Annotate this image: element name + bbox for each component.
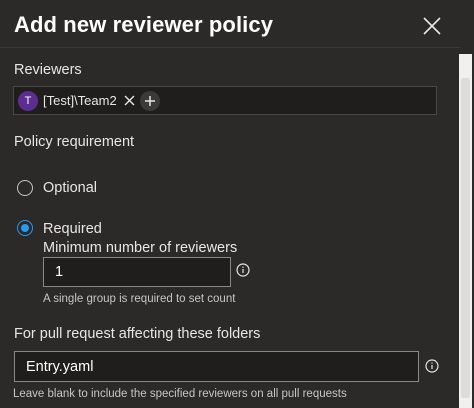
reviewer-chip: T [Test]\Team2 — [18, 90, 137, 111]
close-icon — [423, 17, 441, 35]
reviewer-policy-panel: Add new reviewer policy Reviewers T [Tes… — [0, 0, 474, 408]
radio-required-label[interactable]: Required — [43, 221, 102, 237]
info-icon[interactable] — [236, 263, 250, 277]
scrollbar-thumb[interactable] — [461, 78, 470, 398]
header-divider — [0, 47, 460, 48]
info-icon[interactable] — [425, 359, 439, 373]
close-button[interactable] — [420, 14, 444, 38]
folders-label: For pull request affecting these folders — [14, 326, 261, 342]
reviewer-name: [Test]\Team2 — [43, 93, 117, 108]
radio-optional[interactable] — [17, 180, 33, 196]
plus-icon — [145, 96, 155, 106]
scrollbar[interactable] — [459, 54, 472, 408]
policy-requirement-label: Policy requirement — [14, 134, 135, 150]
min-reviewers-helper: A single group is required to set count — [43, 293, 236, 305]
reviewers-picker[interactable]: T [Test]\Team2 — [13, 86, 437, 115]
remove-reviewer-button[interactable] — [123, 94, 137, 108]
add-reviewer-button[interactable] — [140, 91, 160, 111]
radio-required[interactable] — [17, 220, 33, 236]
folders-input[interactable]: Entry.yaml — [14, 351, 419, 382]
min-reviewers-input[interactable]: 1 — [43, 257, 231, 287]
radio-selected-dot — [20, 223, 29, 232]
min-reviewers-label: Minimum number of reviewers — [43, 240, 238, 256]
close-icon — [124, 95, 135, 106]
avatar: T — [18, 90, 38, 111]
folders-helper: Leave blank to include the specified rev… — [13, 388, 347, 400]
radio-optional-label[interactable]: Optional — [43, 180, 97, 196]
reviewers-label: Reviewers — [14, 62, 82, 78]
panel-title: Add new reviewer policy — [14, 12, 274, 37]
